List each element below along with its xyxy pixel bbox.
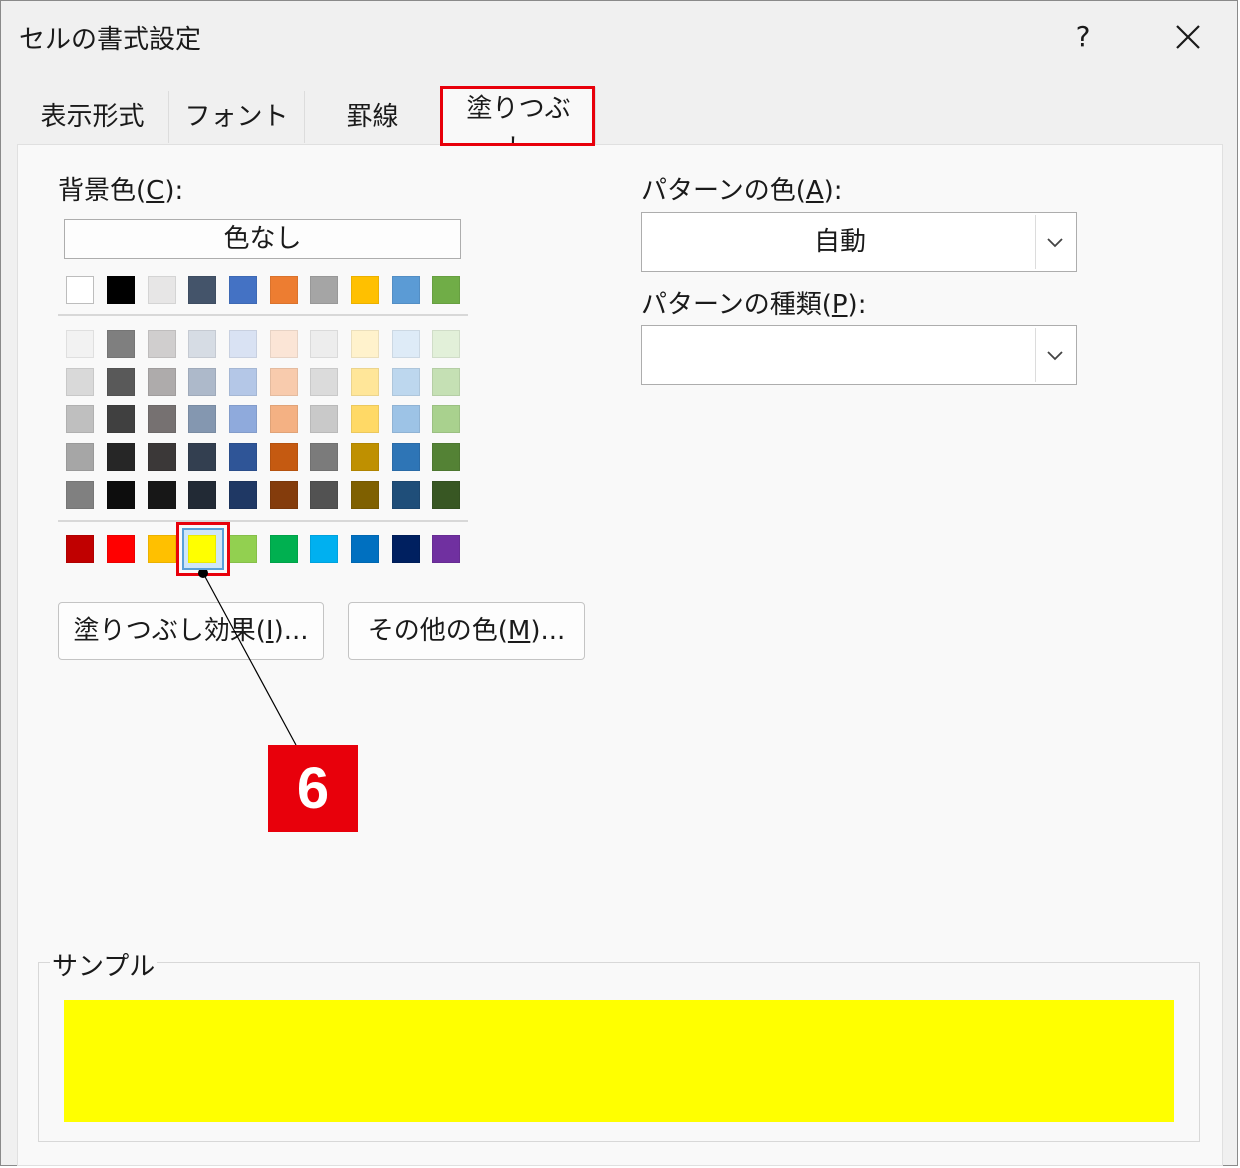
color-swatch-standard[interactable]: [188, 535, 216, 563]
callout-leader: [198, 568, 297, 746]
step-callout: 6: [268, 745, 358, 832]
